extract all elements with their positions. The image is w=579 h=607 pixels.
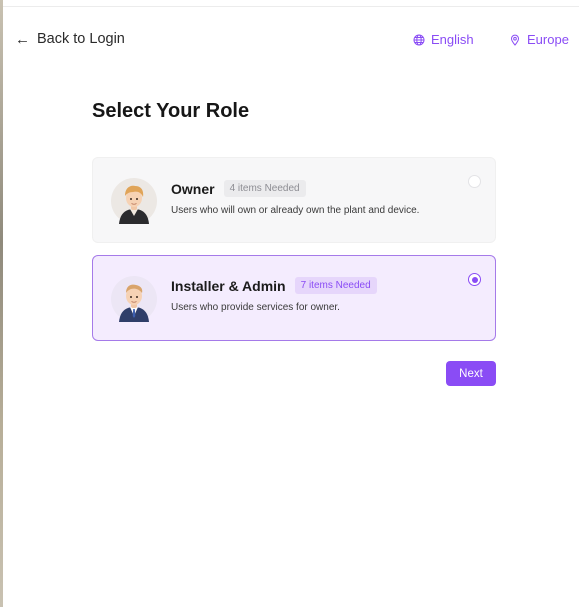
installer-role-line: Installer & Admin 7 items Needed (171, 277, 377, 294)
arrow-left-icon: ← (15, 30, 30, 48)
next-button[interactable]: Next (446, 361, 496, 386)
installer-description: Users who provide services for owner. (171, 302, 340, 313)
role-card-owner[interactable]: Owner 4 items Needed Users who will own … (92, 157, 496, 243)
region-selector[interactable]: Europe (509, 32, 569, 47)
owner-role-name: Owner (171, 180, 215, 197)
owner-description: Users who will own or already own the pl… (171, 205, 420, 216)
language-selector[interactable]: English (413, 32, 474, 47)
back-to-login-link[interactable]: ← Back to Login (15, 31, 125, 47)
back-label: Back to Login (37, 31, 125, 47)
installer-radio[interactable] (468, 273, 481, 286)
region-label: Europe (527, 32, 569, 47)
globe-icon (413, 34, 425, 46)
page-title: Select Your Role (92, 100, 250, 122)
owner-role-line: Owner 4 items Needed (171, 180, 306, 197)
role-card-installer-admin[interactable]: Installer & Admin 7 items Needed Users w… (92, 255, 496, 341)
top-divider (3, 6, 579, 7)
installer-role-name: Installer & Admin (171, 277, 286, 294)
role-selection-page: ← Back to Login English Europe Select Yo… (0, 0, 579, 607)
window-edge (0, 0, 3, 607)
installer-items-badge: 7 items Needed (294, 277, 377, 294)
installer-avatar (111, 276, 157, 322)
owner-avatar (111, 178, 157, 224)
owner-radio[interactable] (468, 175, 481, 188)
owner-items-badge: 4 items Needed (223, 180, 306, 197)
language-label: English (431, 32, 474, 47)
location-pin-icon (509, 34, 521, 46)
